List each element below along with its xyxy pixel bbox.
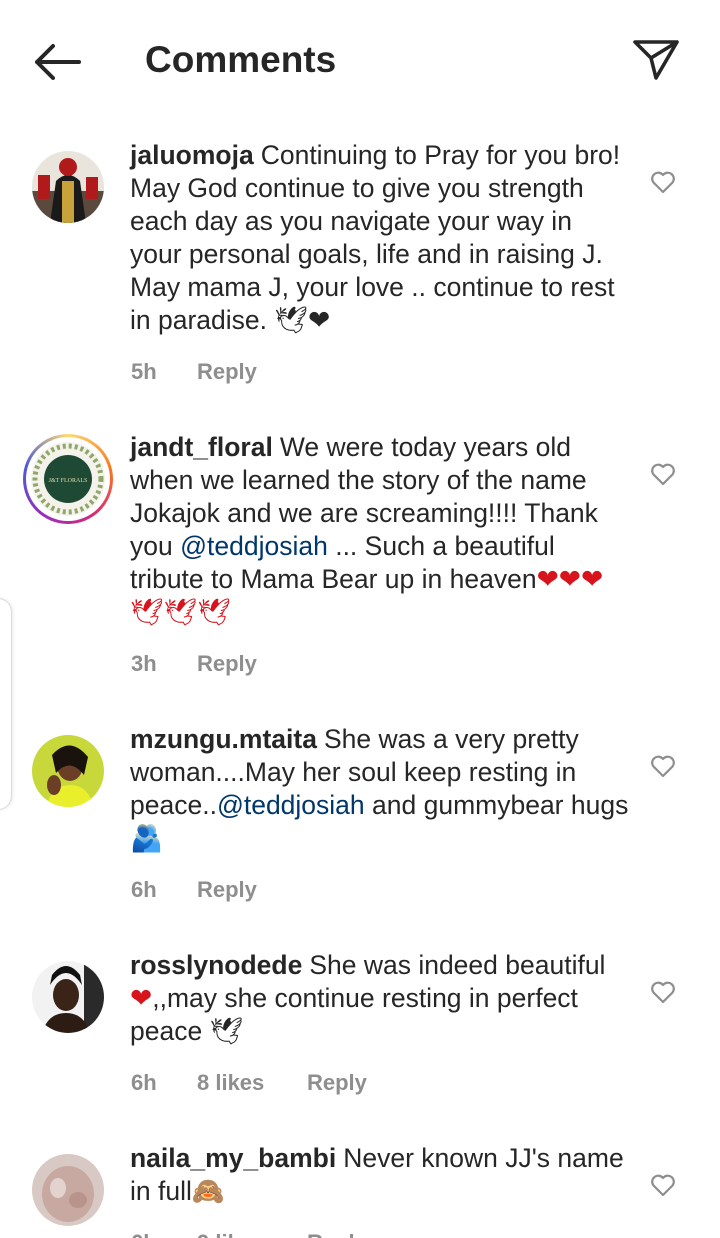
back-button[interactable] [28,38,84,86]
comment-username[interactable]: rosslynodede [130,950,302,980]
comment-likes[interactable]: 9 likes [197,1228,307,1238]
reply-button[interactable]: Reply [197,875,257,905]
share-button[interactable] [628,32,684,88]
comment-meta: 6h 8 likes Reply [131,1068,367,1098]
avatar[interactable] [32,961,104,1033]
like-button[interactable] [648,751,678,781]
comment-time: 6h [131,1228,197,1238]
header-bar: Comments [0,0,720,122]
comment-text-continued: ,,may she continue resting in perfect pe… [130,983,578,1046]
side-panel-edge [0,598,12,810]
page-title: Comments [145,39,337,80]
comment-username[interactable]: jaluomoja [130,140,254,170]
comment-time: 6h [131,1070,157,1095]
comment-time: 3h [131,651,157,676]
reply-button[interactable]: Reply [307,1228,367,1238]
comment-username[interactable]: mzungu.mtaita [130,724,317,754]
red-heart-emoji: ❤ [130,983,153,1014]
like-button[interactable] [648,167,678,197]
comment-body: jandt_floral We were today years old when… [130,431,630,629]
comment-meta: 3h Reply [131,649,257,679]
avatar-image: J&T FLORALS [31,442,105,516]
like-button[interactable] [648,1170,678,1200]
comment-emojis: 🕊 [209,1016,244,1047]
comment-meta: 6h9 likesReply [131,1228,367,1238]
comment-emojis: 🙈 [191,1176,225,1207]
reply-button[interactable]: Reply [307,1068,367,1098]
avatar[interactable] [32,735,104,807]
comment-likes[interactable]: 8 likes [197,1068,307,1098]
heart-outline-icon [651,981,675,1004]
comment-text-continued: and gummybear hugs [364,790,629,820]
comment-text: She was indeed beautiful [309,950,606,980]
avatar-logo-text: J&T FLORALS [49,478,88,484]
comment-body: jaluomoja Continuing to Pray for you bro!… [130,139,630,337]
comment-emojis: 🫂 [130,823,163,854]
avatar[interactable] [32,1154,104,1226]
comment-emojis: 🕊❤ [274,305,331,336]
heart-outline-icon [651,463,675,486]
paper-plane-icon [633,40,679,80]
arrow-left-icon [35,44,81,80]
comment-username[interactable]: jandt_floral [130,432,273,462]
comment-username[interactable]: naila_my_bambi [130,1143,336,1173]
heart-outline-icon [651,171,675,194]
comment-meta: 5h Reply [131,357,257,387]
heart-outline-icon [651,755,675,778]
comment-body: naila_my_bambi Never known JJ's name in f… [130,1142,630,1208]
comment-meta: 6h Reply [131,875,257,905]
reply-button[interactable]: Reply [197,649,257,679]
comment-time: 6h [131,877,157,902]
avatar-image [32,1154,104,1226]
reply-button[interactable]: Reply [197,357,257,387]
avatar-image [32,735,104,807]
avatar[interactable] [32,151,104,223]
comment-body: mzungu.mtaita She was a very pretty woman… [130,723,630,855]
like-button[interactable] [648,459,678,489]
comment-time: 5h [131,359,157,384]
avatar[interactable]: J&T FLORALS [23,434,113,524]
mention-link[interactable]: @teddjosiah [180,531,328,561]
avatar-image [32,961,104,1033]
heart-outline-icon [651,1174,675,1197]
mention-link[interactable]: @teddjosiah [217,790,365,820]
like-button[interactable] [648,977,678,1007]
avatar-image [32,151,104,223]
comment-body: rosslynodede She was indeed beautiful ❤,,… [130,949,630,1048]
